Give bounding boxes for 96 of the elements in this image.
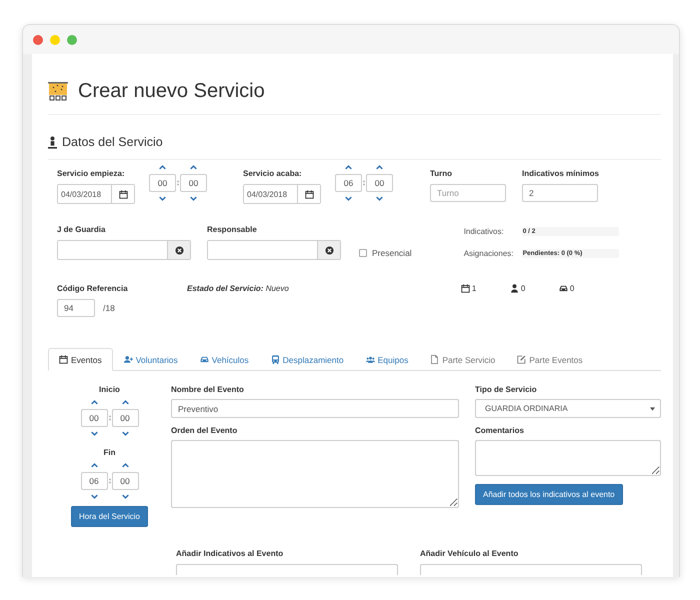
checkbox[interactable]	[359, 249, 367, 257]
count-value: 0	[570, 284, 574, 293]
time-label: Inicio	[99, 385, 120, 396]
field-label: Servicio empieza:	[57, 169, 126, 180]
date-field[interactable]: 04/03/2018	[57, 184, 135, 204]
chevron-up-icon[interactable]	[90, 463, 98, 468]
clear-button[interactable]	[167, 241, 190, 259]
car-icon	[200, 355, 209, 364]
window-controls-icon[interactable]	[33, 34, 77, 44]
hour-field[interactable]: 06	[80, 472, 108, 490]
checkbox-label: Presencial	[372, 248, 412, 258]
calendar-button[interactable]	[297, 185, 320, 203]
tab[interactable]: Eventos	[48, 348, 113, 371]
minute-field[interactable]: 00	[180, 174, 207, 192]
clear-button[interactable]	[317, 241, 340, 259]
count-value: 0	[520, 284, 526, 293]
field-label: Añadir Indicativos al Evento	[176, 549, 284, 560]
bus-icon	[270, 355, 280, 364]
calendar-icon	[460, 284, 470, 293]
users-icon	[366, 355, 375, 364]
user-plus-icon	[124, 355, 133, 364]
turno-field[interactable]: Turno	[430, 184, 506, 202]
hour-field[interactable]: 00	[149, 174, 176, 192]
progress-label: Indicativos:	[464, 227, 505, 236]
minute-field[interactable]: 00	[112, 472, 138, 490]
section-title: Datos del Servicio	[62, 135, 163, 149]
service-type-select[interactable]: GUARDIA ORDINARIA	[475, 399, 661, 418]
chevron-up-icon[interactable]	[190, 165, 197, 170]
time-separator-icon	[108, 478, 110, 484]
chevron-up-icon[interactable]	[376, 165, 383, 170]
chevron-down-icon[interactable]	[90, 494, 98, 499]
tab[interactable]: Desplazamiento	[260, 348, 355, 371]
tab[interactable]: Vehículos	[188, 348, 260, 371]
file-icon	[430, 355, 440, 364]
field-label: J de Guardia	[57, 225, 106, 236]
field-label: Servicio acaba:	[243, 169, 303, 180]
logo-icon	[48, 81, 68, 101]
add-all-button[interactable]: Añadir todos los indicativos al evento	[475, 484, 623, 505]
page-title: Crear nuevo Servicio	[78, 80, 265, 102]
service-status: Estado del Servicio: Nuevo	[187, 284, 289, 293]
field-label: Responsable	[207, 225, 258, 236]
caret-icon	[650, 406, 655, 410]
reference-field[interactable]: 94	[57, 299, 95, 317]
chevron-up-icon[interactable]	[90, 400, 98, 405]
time-label: Fin	[104, 448, 116, 459]
calendar-icon	[118, 190, 128, 198]
chevron-up-icon[interactable]	[122, 463, 128, 468]
calendar-button[interactable]	[111, 185, 134, 203]
field-label: Nombre del Evento	[171, 385, 245, 396]
calendar-icon	[59, 355, 68, 364]
progress-label: Asignaciones:	[464, 249, 514, 258]
time-separator-icon	[363, 180, 365, 186]
chevron-up-icon[interactable]	[159, 165, 166, 170]
car-icon	[558, 284, 568, 293]
chevron-down-icon[interactable]	[190, 196, 197, 201]
field-label: Comentarios	[475, 426, 525, 437]
hour-field[interactable]: 06	[335, 174, 362, 192]
date-field[interactable]: 04/03/2018	[243, 184, 321, 204]
chevron-down-icon[interactable]	[90, 431, 98, 436]
chevron-down-icon[interactable]	[122, 494, 128, 499]
chevron-up-icon[interactable]	[122, 400, 128, 405]
responsible-field[interactable]	[207, 240, 341, 260]
indicativos-field[interactable]	[176, 564, 398, 575]
comments-field[interactable]	[475, 440, 661, 476]
min-indicativos-field[interactable]: 2	[522, 184, 598, 202]
person-icon	[48, 136, 57, 148]
tab[interactable]: Equipos	[354, 348, 420, 371]
chevron-down-icon[interactable]	[122, 431, 128, 436]
hour-field[interactable]: 00	[80, 409, 108, 427]
field-label: Añadir Vehículo al Evento	[420, 549, 520, 560]
person-icon	[510, 284, 519, 293]
calendar-icon	[304, 190, 314, 198]
clear-icon	[324, 246, 334, 254]
field-label: Turno	[430, 169, 454, 180]
event-order-field[interactable]	[171, 440, 459, 508]
count-value: 1	[472, 284, 476, 293]
clear-icon	[174, 246, 184, 254]
field-label: Código Referencia	[57, 284, 129, 295]
vehicle-field[interactable]	[420, 564, 642, 575]
field-label: Indicativos mínimos	[522, 169, 598, 180]
minute-field[interactable]: 00	[112, 409, 138, 427]
chevron-down-icon[interactable]	[159, 196, 166, 201]
reference-suffix: /18	[103, 303, 115, 313]
field-label: Tipo de Servicio	[475, 385, 538, 396]
chevron-up-icon[interactable]	[345, 165, 352, 170]
edit-icon	[517, 355, 526, 364]
guard-field[interactable]	[57, 240, 191, 260]
service-time-button[interactable]: Hora del Servicio	[71, 506, 148, 527]
event-name-field[interactable]: Preventivo	[171, 399, 459, 418]
time-separator-icon	[108, 415, 110, 421]
field-label: Orden del Evento	[171, 426, 238, 437]
chevron-down-icon[interactable]	[345, 196, 352, 201]
chevron-down-icon[interactable]	[376, 196, 383, 201]
time-separator-icon	[177, 180, 179, 186]
tab[interactable]: Voluntarios	[112, 348, 189, 371]
minute-field[interactable]: 00	[366, 174, 393, 192]
